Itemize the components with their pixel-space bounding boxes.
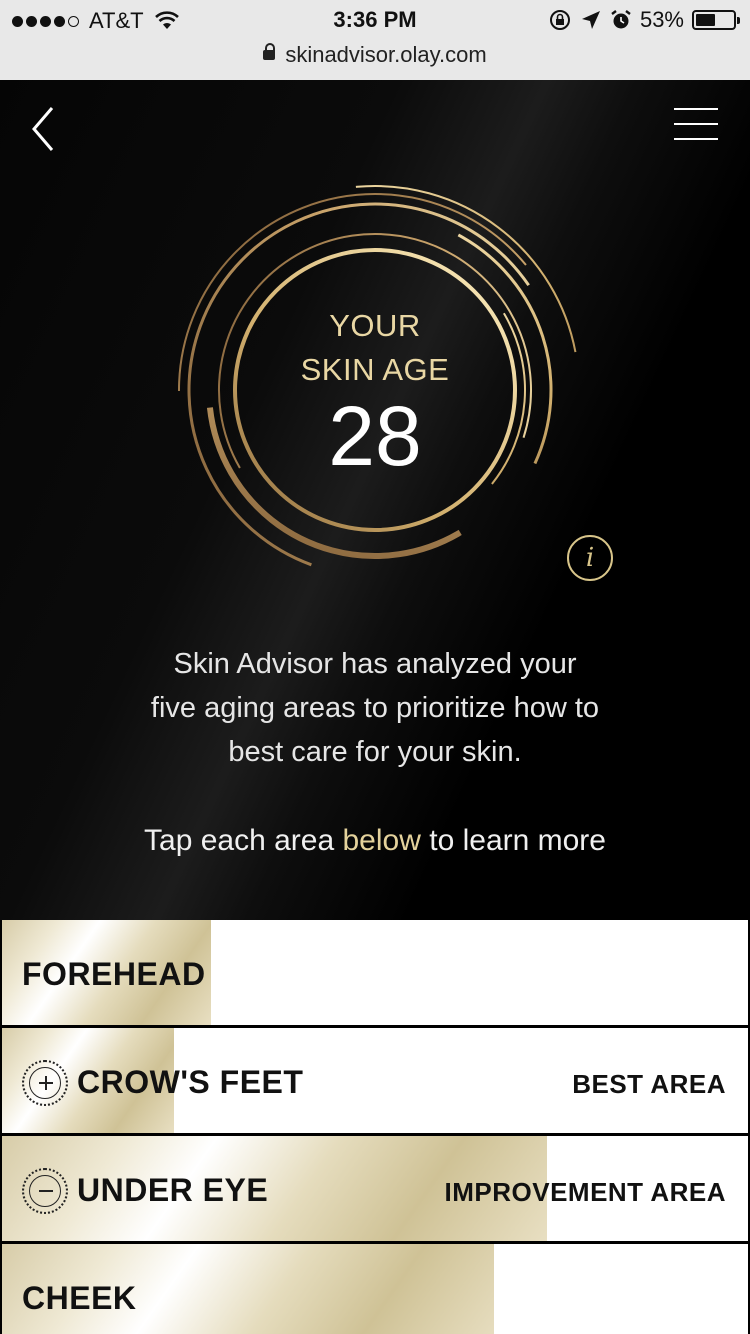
area-name: CROW'S FEET <box>77 1064 304 1100</box>
analysis-description: Skin Advisor has analyzed your five agin… <box>90 642 660 774</box>
battery-icon <box>692 10 740 30</box>
area-tag: IMPROVEMENT AREA <box>444 1177 726 1207</box>
tap-text-after: to learn more <box>429 824 606 857</box>
skin-age-label-line1: YOUR <box>329 308 421 343</box>
description-line: Skin Advisor has analyzed your <box>173 648 577 680</box>
info-icon[interactable]: i <box>567 535 613 581</box>
area-row-crows-feet[interactable]: CROW'S FEET BEST AREA <box>2 1028 748 1133</box>
area-name: UNDER EYE <box>77 1172 269 1208</box>
description-line: five aging areas to prioritize how to <box>150 692 600 724</box>
area-row-under-eye[interactable]: UNDER EYE IMPROVEMENT AREA <box>2 1136 748 1241</box>
browser-chrome: AT&T 3:36 PM 53% skinadvisor.olay.com <box>0 0 750 80</box>
area-name: CHEEK <box>22 1280 137 1316</box>
skin-age-hero: YOUR SKIN AGE 28 i Skin Advisor has anal… <box>0 80 750 920</box>
skin-age-label-line2: SKIN AGE <box>300 352 450 387</box>
url-domain: skinadvisor.olay.com <box>285 42 487 67</box>
description-line: best care for your skin. <box>228 736 522 768</box>
aging-areas-list: FOREHEAD CROW'S FEET BEST AREA UNDER EYE… <box>0 920 750 1334</box>
area-row-cheek[interactable]: CHEEK <box>2 1244 748 1334</box>
tap-instruction: Tap each area below to learn more <box>0 824 750 858</box>
skin-age-value: 28 <box>328 389 422 483</box>
orientation-lock-icon <box>549 10 570 30</box>
lock-icon <box>263 43 276 61</box>
location-icon <box>581 11 600 29</box>
area-row-forehead[interactable]: FOREHEAD <box>2 920 748 1025</box>
url-bar[interactable]: skinadvisor.olay.com <box>0 42 750 68</box>
tap-text-highlight: below <box>342 824 421 857</box>
area-name: FOREHEAD <box>22 956 206 992</box>
chevron-left-icon[interactable] <box>26 104 66 154</box>
area-tag: BEST AREA <box>572 1069 726 1099</box>
hamburger-menu-icon[interactable] <box>674 104 724 144</box>
plus-circle-icon <box>22 1060 68 1106</box>
status-bar: AT&T 3:36 PM 53% <box>0 0 750 40</box>
battery-percent: 53% <box>639 7 684 32</box>
alarm-icon <box>611 10 631 29</box>
tap-text-before: Tap each area <box>144 824 335 857</box>
minus-circle-icon <box>22 1168 68 1214</box>
